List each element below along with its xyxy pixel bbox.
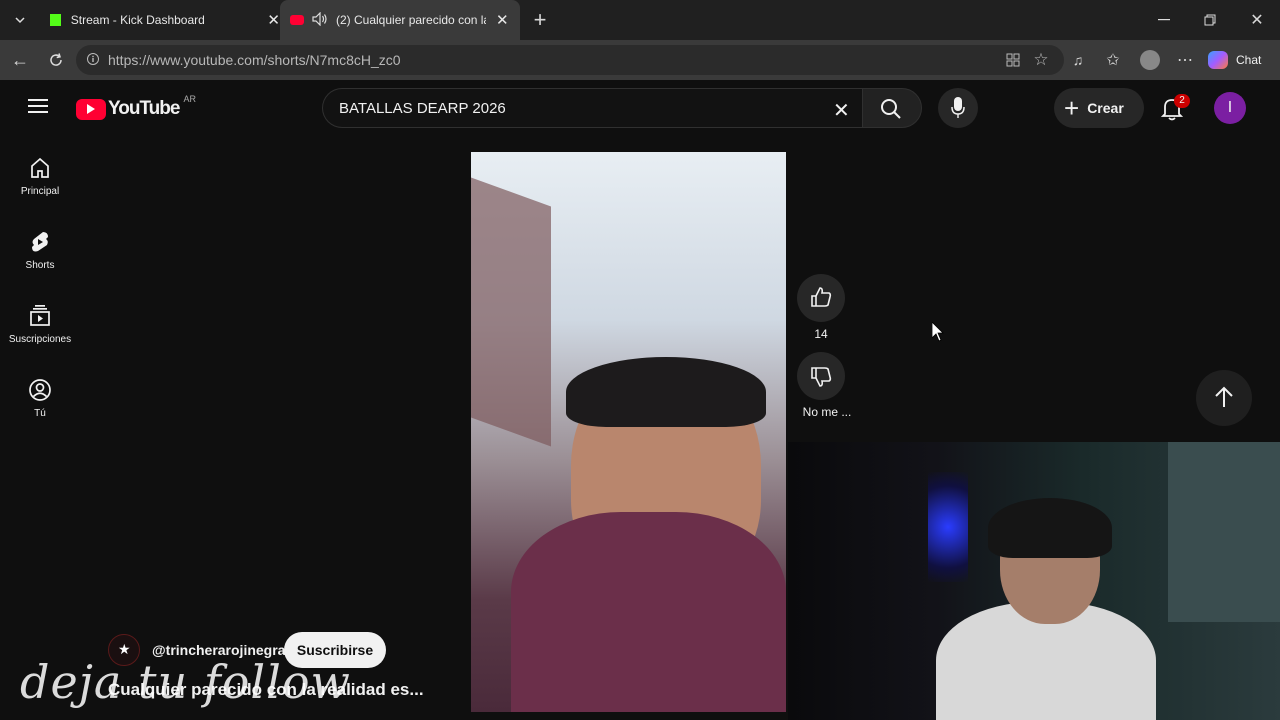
- video-scene-wall: [471, 177, 551, 447]
- video-person-hair: [566, 357, 766, 427]
- tab-youtube-short[interactable]: (2) Cualquier parecido con la realidad ✕: [280, 0, 520, 40]
- home-icon: [31, 157, 49, 178]
- like-count: 14: [814, 327, 828, 341]
- you-icon: [29, 379, 51, 401]
- dislike-label: No me ...: [802, 405, 852, 419]
- plus-icon: +: [1064, 93, 1080, 123]
- search-input[interactable]: BATALLAS DEARP 2026 ✕: [322, 88, 862, 128]
- youtube-play-icon: [76, 98, 106, 120]
- sidebar-item-label: Principal: [20, 186, 60, 197]
- sidebar-item-label: Suscripciones: [8, 334, 72, 345]
- webcam-person-hair: [988, 498, 1112, 558]
- sidebar-item-label: Tú: [34, 408, 46, 419]
- sidebar-item-label: Shorts: [25, 260, 55, 271]
- kick-logo-icon: [50, 14, 61, 26]
- arrow-up-icon: [1214, 386, 1234, 413]
- app-available-icon[interactable]: [1003, 50, 1023, 70]
- shorts-icon: [32, 232, 48, 252]
- back-icon[interactable]: ←: [8, 48, 32, 72]
- profile-icon[interactable]: [1140, 50, 1160, 70]
- thumbs-down-icon: [810, 366, 832, 393]
- tab-title: Stream - Kick Dashboard: [70, 13, 205, 27]
- minimize-icon[interactable]: [1152, 8, 1176, 32]
- youtube-favicon-icon: [290, 15, 304, 25]
- youtube-logo[interactable]: YouTube AR: [76, 94, 196, 122]
- more-options-icon[interactable]: ⋯: [1175, 50, 1195, 70]
- webcam-wall: [1168, 442, 1280, 622]
- tab-title: (2) Cualquier parecido con la realidad: [336, 13, 486, 27]
- sidebar-item-suscripciones[interactable]: Suscripciones: [0, 304, 80, 345]
- search-button[interactable]: [862, 88, 922, 128]
- dislike-button[interactable]: [797, 352, 845, 400]
- region-code: AR: [183, 94, 196, 104]
- youtube-wordmark: YouTube: [108, 98, 180, 119]
- tab-kick-dashboard[interactable]: Stream - Kick Dashboard ✕: [40, 0, 280, 40]
- short-video-player[interactable]: [471, 152, 786, 712]
- thumbs-up-icon: [810, 286, 832, 313]
- create-button[interactable]: + Crear: [1054, 88, 1144, 128]
- menu-icon[interactable]: [28, 98, 52, 118]
- refresh-icon[interactable]: [44, 48, 68, 72]
- voice-search-button[interactable]: [938, 88, 978, 128]
- search-icon: [880, 98, 902, 125]
- speaker-icon[interactable]: [312, 11, 328, 29]
- tab-list-chevron-icon[interactable]: [8, 8, 32, 32]
- media-control-icon[interactable]: ♫: [1068, 50, 1088, 70]
- chat-label: Chat: [1236, 53, 1262, 67]
- close-icon[interactable]: ✕: [496, 11, 509, 29]
- search-value: BATALLAS DEARP 2026: [339, 99, 506, 117]
- close-window-icon[interactable]: ✕: [1245, 8, 1269, 32]
- mouse-cursor-icon: [931, 321, 944, 347]
- sidebar-item-principal[interactable]: Principal: [0, 156, 80, 197]
- favorite-star-icon[interactable]: ☆: [1031, 50, 1051, 70]
- notifications-button[interactable]: 2: [1158, 94, 1190, 124]
- webcam-blue-light: [928, 472, 968, 582]
- favorites-icon[interactable]: ✩: [1103, 50, 1123, 70]
- create-label: Crear: [1087, 100, 1124, 116]
- copilot-chat-button[interactable]: Chat: [1208, 46, 1272, 74]
- follow-overlay-text: deja tu follow: [20, 655, 351, 709]
- url-text: https://www.youtube.com/shorts/N7mc8cH_z…: [108, 52, 401, 68]
- new-tab-icon[interactable]: +: [528, 7, 552, 32]
- address-input[interactable]: https://www.youtube.com/shorts/N7mc8cH_z…: [76, 45, 1064, 75]
- site-info-icon[interactable]: [86, 52, 100, 69]
- browser-tab-bar: Stream - Kick Dashboard ✕ (2) Cualquier …: [0, 0, 1280, 40]
- copilot-icon: [1208, 51, 1228, 69]
- sidebar-item-tu[interactable]: Tú: [0, 378, 80, 419]
- notification-badge: 2: [1174, 94, 1190, 108]
- like-button[interactable]: [797, 274, 845, 322]
- restore-icon[interactable]: [1198, 8, 1222, 32]
- webcam-overlay: [788, 442, 1280, 720]
- close-icon[interactable]: ✕: [267, 11, 280, 29]
- subscriptions-icon: [30, 305, 50, 326]
- scroll-up-button[interactable]: [1196, 370, 1252, 426]
- clear-search-icon[interactable]: ✕: [833, 98, 850, 123]
- avatar[interactable]: I: [1214, 92, 1246, 124]
- microphone-icon: [951, 97, 965, 124]
- video-person-shirt: [511, 512, 786, 712]
- sidebar-item-shorts[interactable]: Shorts: [0, 230, 80, 271]
